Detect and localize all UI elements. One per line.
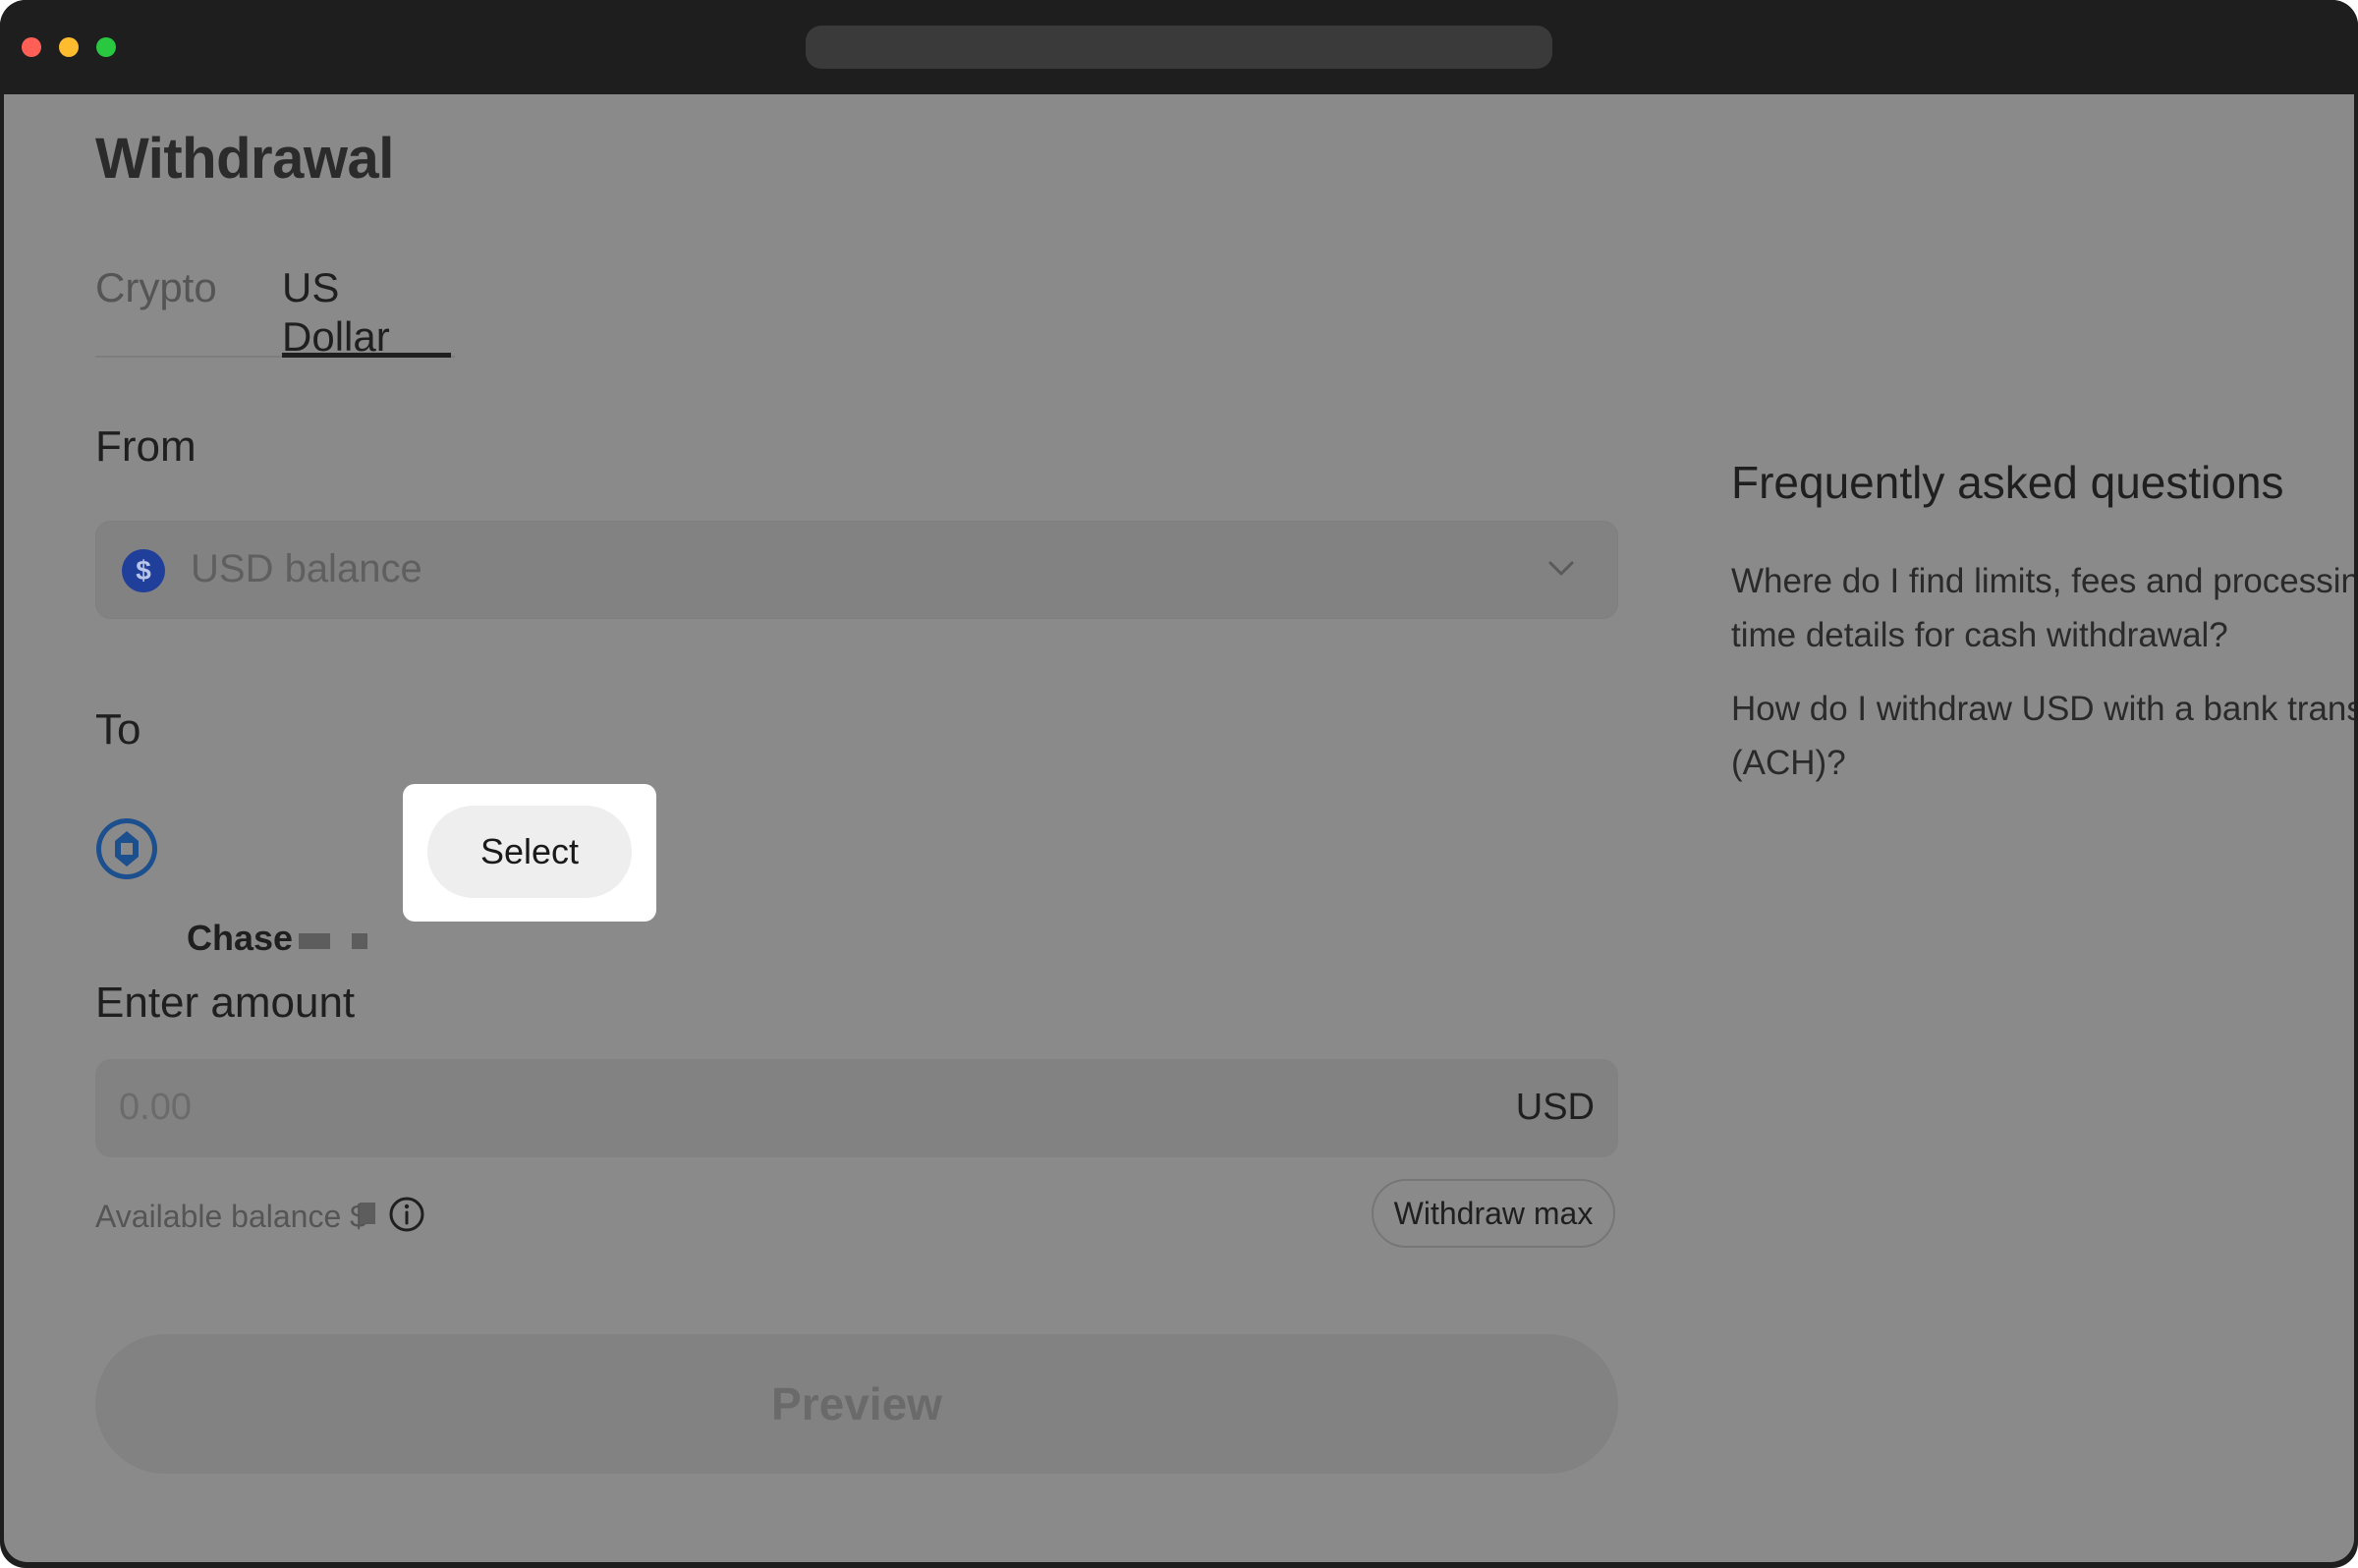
from-account-value: USD balance <box>191 547 422 590</box>
amount-input[interactable]: 0.00 USD <box>95 1059 1618 1157</box>
withdraw-max-button[interactable]: Withdraw max <box>1372 1179 1615 1248</box>
minimize-window-button[interactable] <box>59 37 79 57</box>
redacted-balance <box>360 1203 375 1224</box>
from-account-select[interactable]: $ USD balance <box>95 521 1618 619</box>
chase-bank-icon <box>96 818 157 879</box>
usd-coin-icon: $ <box>122 549 165 592</box>
currency-tabs: Crypto US Dollar <box>95 263 456 360</box>
faq-panel: Frequently asked questions Where do I fi… <box>1692 419 2354 831</box>
from-label: From <box>95 422 196 471</box>
browser-window: Withdrawal Crypto US Dollar From $ USD b… <box>0 0 2358 1568</box>
redacted-account-number <box>352 933 367 949</box>
page-title: Withdrawal <box>95 127 394 191</box>
tab-crypto[interactable]: Crypto <box>95 263 217 312</box>
available-balance-label: Available balance $ <box>95 1199 367 1234</box>
amount-label: Enter amount <box>95 979 356 1027</box>
redacted-account-number <box>299 933 330 949</box>
bank-account-name: Chase <box>187 918 294 958</box>
title-bar <box>0 0 2358 94</box>
active-tab-indicator <box>282 353 451 358</box>
amount-currency: USD <box>1515 1087 1595 1128</box>
faq-link-ach-withdraw[interactable]: How do I withdraw USD with a bank transf… <box>1731 682 2354 790</box>
faq-title: Frequently asked questions <box>1731 457 2284 508</box>
tab-us-dollar[interactable]: US Dollar <box>282 263 456 362</box>
amount-placeholder: 0.00 <box>119 1087 192 1128</box>
select-highlight: Select <box>403 784 656 922</box>
select-bank-button[interactable]: Select <box>427 806 632 898</box>
zoom-window-button[interactable] <box>96 37 116 57</box>
preview-button[interactable]: Preview <box>95 1334 1618 1474</box>
address-bar[interactable] <box>806 26 1552 69</box>
faq-link-limits-fees[interactable]: Where do I find limits, fees and process… <box>1731 554 2354 662</box>
info-icon[interactable] <box>387 1195 426 1234</box>
close-window-button[interactable] <box>22 37 41 57</box>
to-label: To <box>95 705 141 754</box>
page-content: Withdrawal Crypto US Dollar From $ USD b… <box>4 94 2354 1562</box>
chevron-down-icon <box>1548 561 1574 576</box>
